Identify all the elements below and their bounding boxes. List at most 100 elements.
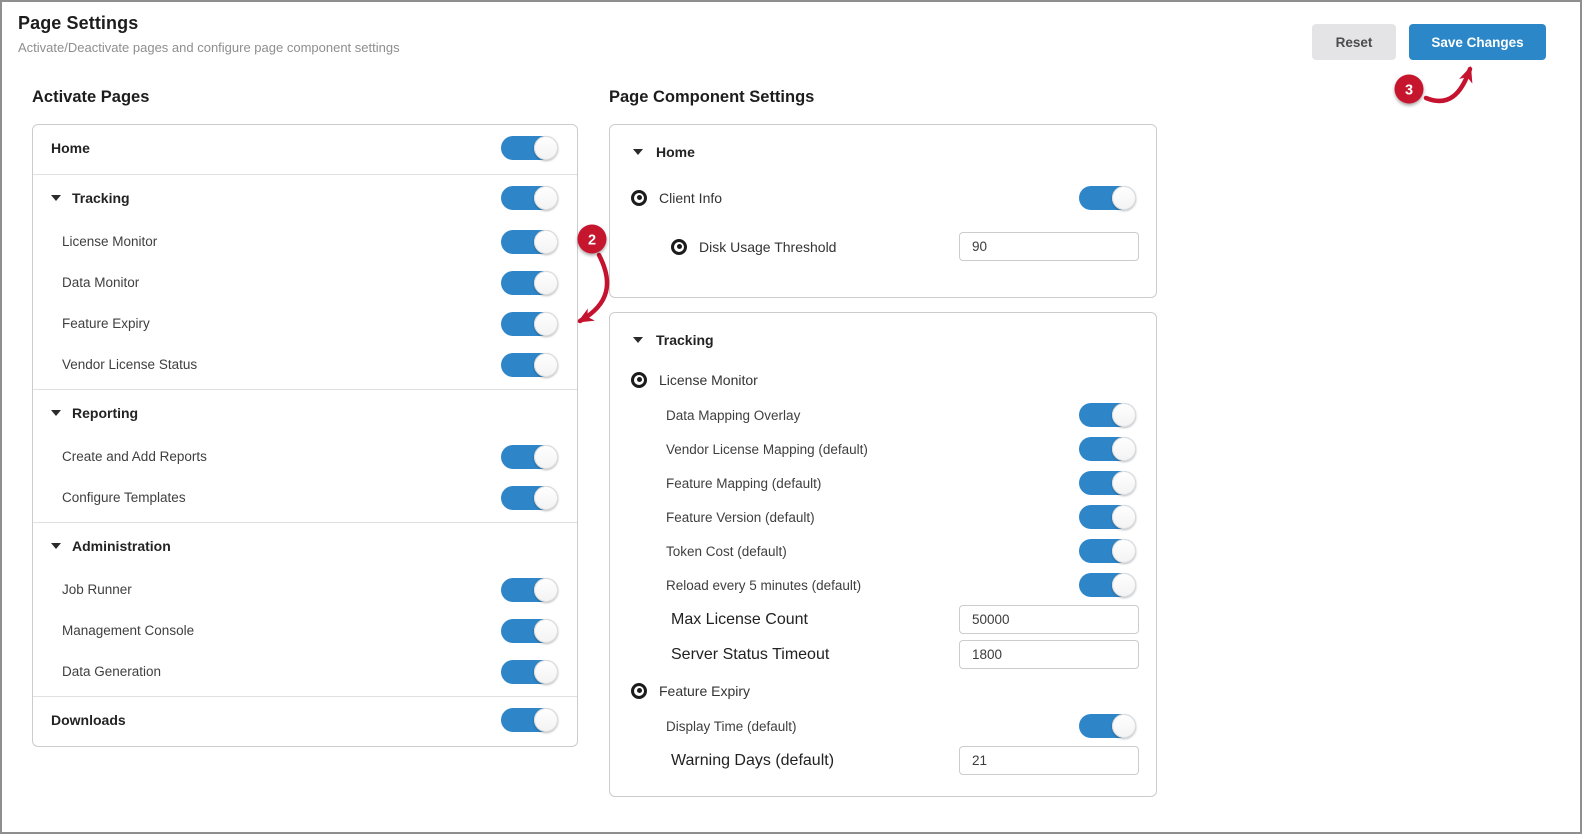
toggle-data-generation[interactable] (501, 659, 558, 684)
page-title: Page Settings (18, 13, 139, 33)
toggle-reload-every-5-minutes-default[interactable] (1079, 573, 1136, 597)
save-changes-button[interactable]: Save Changes (1409, 24, 1546, 60)
toggle-vendor-license-status[interactable] (501, 352, 558, 377)
page-label-data-generation: Data Generation (62, 664, 162, 679)
activate-group: Administration Job Runner Management Conso… (33, 522, 577, 696)
component-row-client-info: Client Info (610, 173, 1156, 222)
reset-button[interactable]: Reset (1312, 24, 1396, 60)
bullseye-icon (631, 682, 647, 699)
disk-usage-threshold-input[interactable] (959, 232, 1139, 261)
chevron-down-icon[interactable] (633, 337, 643, 343)
component-label-feature-mapping-default: Feature Mapping (default) (666, 475, 822, 491)
toggle-knob (534, 444, 558, 469)
component-label-token-cost-default: Token Cost (default) (666, 543, 787, 559)
page-row-reporting: Reporting (33, 390, 577, 436)
toggle-knob (534, 135, 558, 160)
activate-pages-card: Home Tracking License Monitor Data Monitor F… (32, 124, 578, 747)
toggle-knob (534, 186, 558, 210)
component-row-license-monitor: License Monitor (610, 361, 1156, 398)
toggle-tracking[interactable] (501, 186, 558, 210)
component-label-data-mapping-overlay: Data Mapping Overlay (666, 407, 801, 423)
page-label-configure-templates: Configure Templates (62, 490, 186, 505)
toggle-client-info[interactable] (1079, 185, 1136, 210)
toggle-data-mapping-overlay[interactable] (1079, 403, 1136, 427)
toggle-knob (1112, 471, 1136, 495)
toggle-vendor-license-mapping-default[interactable] (1079, 437, 1136, 461)
max-license-count-input[interactable] (959, 605, 1139, 634)
chevron-down-icon[interactable] (51, 410, 61, 416)
page-settings-screen: Page Settings Activate/Deactivate pages … (0, 0, 1582, 834)
page-label-administration: Administration (72, 538, 171, 554)
page-row-administration: Administration (33, 523, 577, 569)
activate-pages-section: Activate Pages Home Tracking License Monit… (32, 88, 578, 747)
toggle-knob (534, 618, 558, 643)
component-header-label-tracking: Tracking (656, 332, 714, 348)
page-row-data-generation: Data Generation (33, 651, 577, 692)
component-label-server-status-timeout: Server Status Timeout (671, 645, 830, 663)
bullseye-icon (671, 238, 687, 255)
toggle-home[interactable] (501, 135, 558, 160)
page-subtitle: Activate/Deactivate pages and configure … (18, 40, 400, 55)
toggle-management-console[interactable] (501, 618, 558, 643)
component-row-server-status-timeout: Server Status Timeout (610, 637, 1156, 672)
page-label-downloads: Downloads (51, 711, 126, 728)
activate-group: Home (33, 125, 577, 174)
toggle-knob (534, 311, 558, 336)
chevron-down-icon[interactable] (51, 543, 61, 549)
toggle-feature-version-default[interactable] (1079, 505, 1136, 529)
page-component-settings-title: Page Component Settings (609, 88, 815, 106)
annotation-arrow-2 (577, 252, 610, 324)
annotation-arrow-3 (1423, 66, 1473, 104)
page-row-management-console: Management Console (33, 610, 577, 651)
page-row-create-and-add-reports: Create and Add Reports (33, 436, 577, 477)
toggle-knob (534, 270, 558, 295)
component-header-tracking: Tracking (610, 319, 1156, 361)
component-label-vendor-license-mapping-default: Vendor License Mapping (default) (666, 441, 868, 457)
component-label-reload-every-5-minutes-default: Reload every 5 minutes (default) (666, 577, 862, 593)
component-row-feature-version-default: Feature Version (default) (610, 500, 1156, 534)
component-row-warning-days-default: Warning Days (default) (610, 743, 1156, 778)
toggle-feature-expiry[interactable] (501, 311, 558, 336)
page-label-data-monitor: Data Monitor (62, 275, 140, 290)
server-status-timeout-input[interactable] (959, 640, 1139, 669)
page-row-downloads: Downloads (33, 697, 577, 742)
toggle-knob (1112, 505, 1136, 529)
page-component-settings-cards: Home Client Info Disk Usage Threshold Track… (609, 124, 1157, 797)
page-component-settings-section: Page Component Settings Home Client Info D… (609, 88, 1157, 811)
toggle-display-time-default[interactable] (1079, 714, 1136, 738)
component-row-disk-usage-threshold: Disk Usage Threshold (610, 222, 1156, 271)
chevron-down-icon[interactable] (633, 149, 643, 155)
page-row-data-monitor: Data Monitor (33, 262, 577, 303)
page-row-home: Home (33, 125, 577, 170)
warning-days-default-input[interactable] (959, 746, 1139, 775)
toggle-configure-templates[interactable] (501, 485, 558, 510)
toggle-job-runner[interactable] (501, 577, 558, 602)
bullseye-icon (631, 371, 647, 388)
component-row-data-mapping-overlay: Data Mapping Overlay (610, 398, 1156, 432)
toggle-knob (1112, 539, 1136, 563)
toggle-create-and-add-reports[interactable] (501, 444, 558, 469)
annotation-badge-3 (1394, 74, 1424, 104)
component-row-feature-expiry: Feature Expiry (610, 672, 1156, 709)
page-label-create-and-add-reports: Create and Add Reports (62, 449, 207, 464)
component-label-warning-days-default: Warning Days (default) (671, 751, 835, 769)
toggle-feature-mapping-default[interactable] (1079, 471, 1136, 495)
page-label-tracking: Tracking (72, 190, 130, 206)
component-label-license-monitor: License Monitor (659, 371, 758, 388)
activate-group: Downloads (33, 696, 577, 746)
toggle-downloads[interactable] (501, 707, 558, 732)
toggle-data-monitor[interactable] (501, 270, 558, 295)
bullseye-icon (631, 189, 647, 206)
component-label-display-time-default: Display Time (default) (666, 718, 797, 734)
toggle-knob (1112, 185, 1136, 210)
toggle-knob (534, 352, 558, 377)
toggle-knob (534, 577, 558, 602)
header-actions: Reset Save Changes (1312, 24, 1546, 60)
component-header-home: Home (610, 131, 1156, 173)
page-row-feature-expiry: Feature Expiry (33, 303, 577, 344)
chevron-down-icon[interactable] (51, 195, 61, 201)
component-row-max-license-count: Max License Count (610, 602, 1156, 637)
toggle-token-cost-default[interactable] (1079, 539, 1136, 563)
annotation-step-2-number: 2 (588, 233, 596, 249)
toggle-license-monitor[interactable] (501, 229, 558, 254)
